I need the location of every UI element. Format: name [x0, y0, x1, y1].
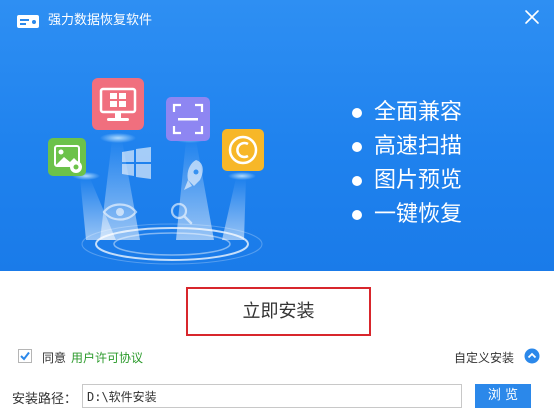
browse-button[interactable]: 浏 览: [475, 384, 531, 408]
feature-label: 高速扫描: [374, 134, 463, 159]
feature-label: 图片预览: [374, 168, 463, 193]
copyright-icon: [222, 129, 264, 171]
agree-label: 同意: [42, 351, 67, 365]
bullet-icon: [352, 176, 362, 186]
install-path-label: 安装路径：: [12, 392, 78, 407]
image-icon: [48, 138, 86, 176]
feature-label: 全面兼容: [374, 100, 463, 125]
bullet-icon: [352, 210, 362, 220]
checkbox-checked-icon[interactable]: [18, 349, 32, 363]
feature-item: 全面兼容: [350, 96, 550, 130]
feature-item: 一键恢复: [350, 198, 550, 232]
windows-logo-icon: [122, 147, 151, 179]
license-agreement-link[interactable]: 用户许可协议: [71, 349, 143, 366]
install-highlight: 立即安装: [186, 287, 371, 336]
custom-install-label[interactable]: 自定义安装: [454, 349, 514, 366]
bullet-icon: [352, 142, 362, 152]
chevron-up-circle-icon[interactable]: [524, 348, 540, 364]
feature-item: 高速扫描: [350, 130, 550, 164]
bullet-icon: [352, 108, 362, 118]
feature-item: 图片预览: [350, 164, 550, 198]
install-path-input[interactable]: [82, 384, 462, 408]
monitor-windows-icon: [92, 78, 144, 130]
agreement-row: 同意 用户许可协议: [18, 348, 318, 366]
feature-label: 一键恢复: [374, 202, 463, 227]
scan-frame-icon: [166, 97, 210, 141]
feature-list: 全面兼容 高速扫描 图片预览 一键恢复: [350, 96, 550, 232]
install-now-button[interactable]: 立即安装: [191, 292, 366, 331]
header-banner: 强力数据恢复软件 全面兼容 高速扫描 图片预览 一键恢复: [0, 0, 554, 271]
custom-install-toggle[interactable]: 自定义安装: [454, 348, 544, 366]
